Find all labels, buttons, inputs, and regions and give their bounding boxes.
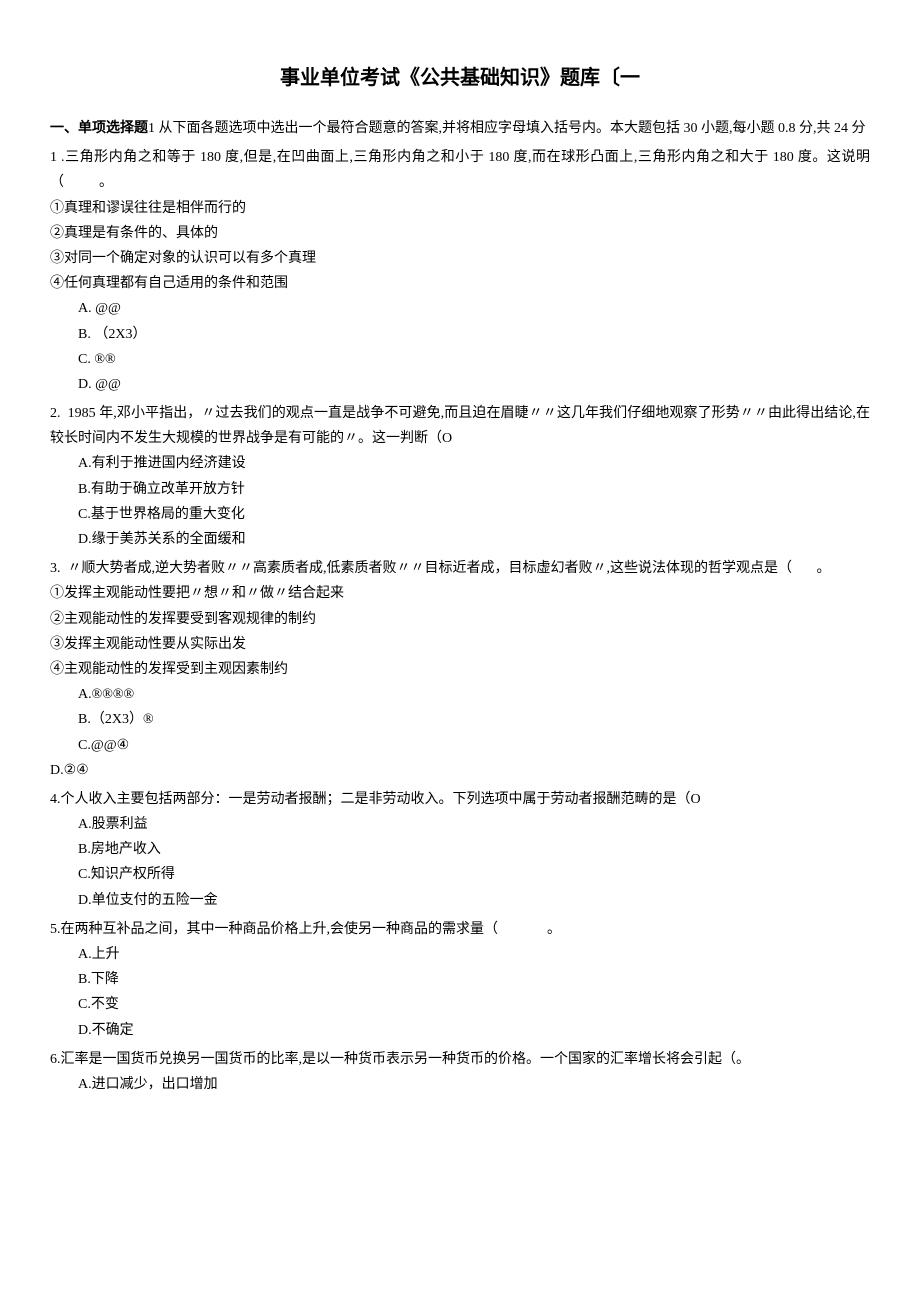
- q1-option-a: A. @@: [78, 296, 870, 321]
- q4-option-d: D.单位支付的五险一金: [78, 888, 870, 913]
- q4-option-b: B.房地产收入: [78, 837, 870, 862]
- q1-sub4: ④任何真理都有自己适用的条件和范围: [50, 271, 870, 296]
- q1-option-b: B. （2X3）: [78, 322, 870, 347]
- q3-option-d: D.②④: [50, 758, 870, 783]
- section-header: 一、单项选择题1 从下面各题选项中选出一个最符合题意的答案,并将相应字母填入括号…: [50, 116, 870, 141]
- q1-text: 1 .三角形内角之和等于 180 度,但是,在凹曲面上,三角形内角之和小于 18…: [50, 145, 870, 195]
- q3-option-a: A.®®®®: [78, 682, 870, 707]
- q2-option-d: D.缘于美苏关系的全面缓和: [78, 527, 870, 552]
- q6-option-a: A.进口减少，出口增加: [78, 1072, 870, 1097]
- q4-text: 4.个人收入主要包括两部分：一是劳动者报酬；二是非劳动收入。下列选项中属于劳动者…: [50, 787, 870, 812]
- q2-option-c: C.基于世界格局的重大变化: [78, 502, 870, 527]
- q5-option-c: C.不变: [78, 992, 870, 1017]
- question-4: 4.个人收入主要包括两部分：一是劳动者报酬；二是非劳动收入。下列选项中属于劳动者…: [50, 787, 870, 913]
- q1-option-d: D. @@: [78, 372, 870, 397]
- question-2: 2. 1985 年,邓小平指出，〃过去我们的观点一直是战争不可避免,而且迫在眉睫…: [50, 401, 870, 552]
- q2-text: 2. 1985 年,邓小平指出，〃过去我们的观点一直是战争不可避免,而且迫在眉睫…: [50, 401, 870, 451]
- q4-option-c: C.知识产权所得: [78, 862, 870, 887]
- page-title: 事业单位考试《公共基础知识》题库〔一: [50, 60, 870, 96]
- q3-text: 3. 〃顺大势者成,逆大势者败〃〃高素质者成,低素质者败〃〃目标近者成，目标虚幻…: [50, 556, 870, 581]
- q5-option-d: D.不确定: [78, 1018, 870, 1043]
- q1-option-c: C. ®®: [78, 347, 870, 372]
- question-5: 5.在两种互补品之间，其中一种商品价格上升,会使另一种商品的需求量（ 。 A.上…: [50, 917, 870, 1043]
- section-label: 一、单项选择题: [50, 121, 148, 136]
- q3-sub3: ③发挥主观能动性要从实际出发: [50, 632, 870, 657]
- q3-option-b: B.（2X3）®: [78, 707, 870, 732]
- question-6: 6.汇率是一国货币兑换另一国货币的比率,是以一种货币表示另一种货币的价格。一个国…: [50, 1047, 870, 1097]
- q5-option-b: B.下降: [78, 967, 870, 992]
- q3-sub2: ②主观能动性的发挥要受到客观规律的制约: [50, 607, 870, 632]
- q1-sub3: ③对同一个确定对象的认识可以有多个真理: [50, 246, 870, 271]
- q5-option-a: A.上升: [78, 942, 870, 967]
- q4-option-a: A.股票利益: [78, 812, 870, 837]
- q3-sub4: ④主观能动性的发挥受到主观因素制约: [50, 657, 870, 682]
- q1-sub2: ②真理是有条件的、具体的: [50, 221, 870, 246]
- q2-option-a: A.有利于推进国内经济建设: [78, 451, 870, 476]
- q3-sub1: ①发挥主观能动性要把〃想〃和〃做〃结合起来: [50, 581, 870, 606]
- q6-text: 6.汇率是一国货币兑换另一国货币的比率,是以一种货币表示另一种货币的价格。一个国…: [50, 1047, 870, 1072]
- q2-option-b: B.有助于确立改革开放方针: [78, 477, 870, 502]
- question-1: 1 .三角形内角之和等于 180 度,但是,在凹曲面上,三角形内角之和小于 18…: [50, 145, 870, 397]
- section-instruction: 1 从下面各题选项中选出一个最符合题意的答案,并将相应字母填入括号内。本大题包括…: [148, 121, 866, 136]
- question-3: 3. 〃顺大势者成,逆大势者败〃〃高素质者成,低素质者败〃〃目标近者成，目标虚幻…: [50, 556, 870, 783]
- q1-sub1: ①真理和谬误往往是相伴而行的: [50, 196, 870, 221]
- q3-option-c: C.@@④: [78, 733, 870, 758]
- q5-text: 5.在两种互补品之间，其中一种商品价格上升,会使另一种商品的需求量（ 。: [50, 917, 870, 942]
